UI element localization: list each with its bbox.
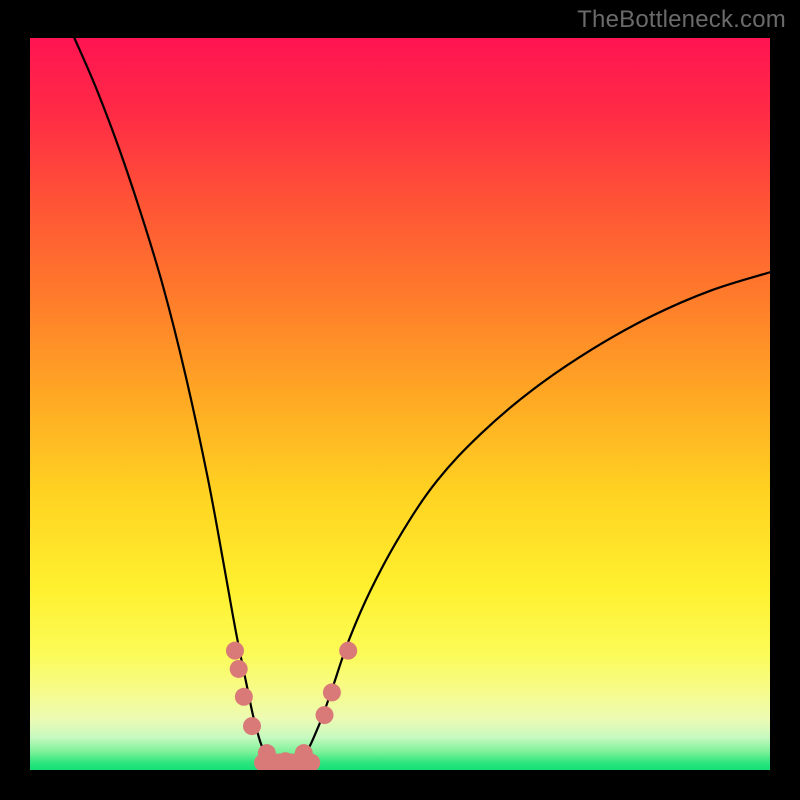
watermark-text: TheBottleneck.com [577,6,786,34]
bottleneck-curve [74,38,770,766]
curve-marker [323,683,341,701]
curve-marker [316,706,334,724]
curve-marker [235,688,253,706]
curve-marker [276,752,294,770]
plot-area [30,38,770,770]
curve-marker [226,642,244,660]
curve-layer [30,38,770,770]
curve-marker [339,642,357,660]
curve-marker [230,660,248,678]
curve-marker [243,717,261,735]
curve-marker [295,744,313,762]
chart-frame: TheBottleneck.com [0,0,800,800]
curve-marker [258,744,276,762]
